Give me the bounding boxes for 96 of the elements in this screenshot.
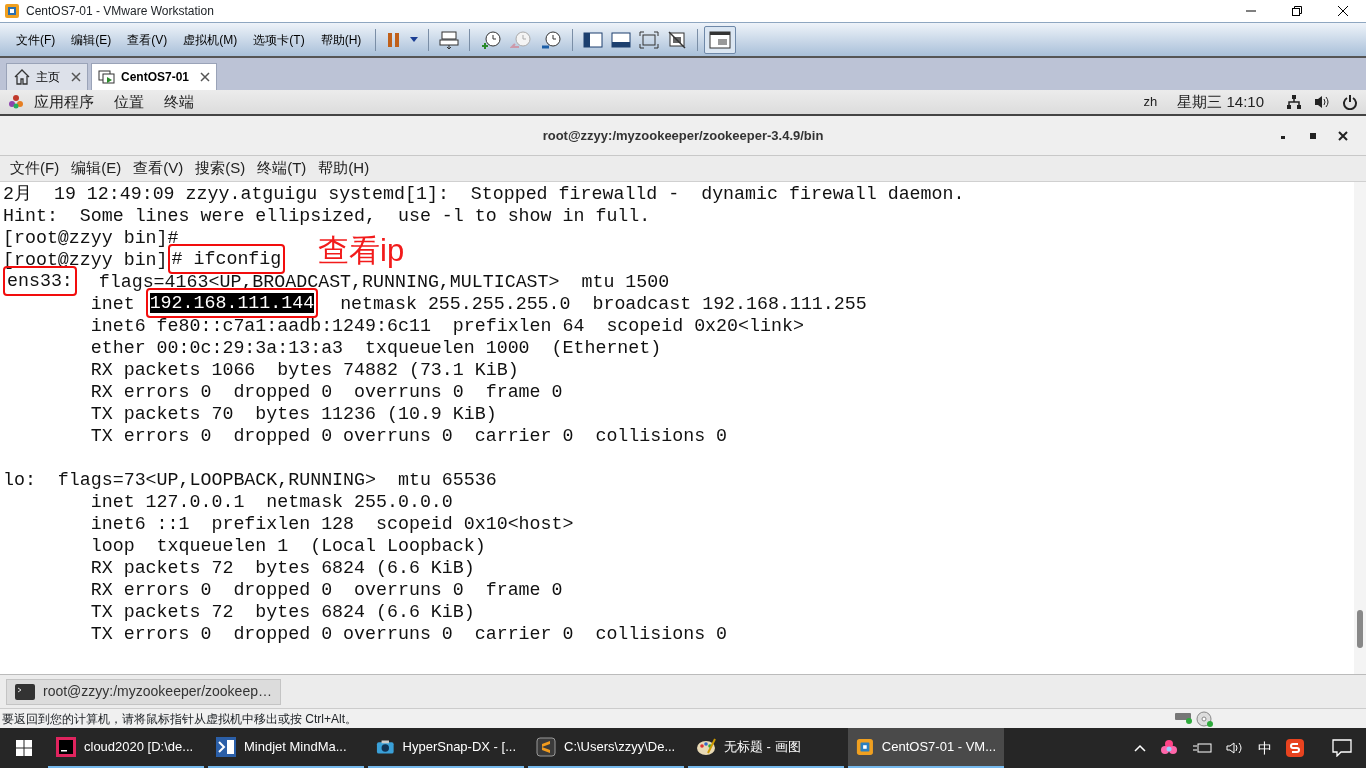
scrollbar-thumb[interactable] <box>1357 610 1363 648</box>
taskbar-button[interactable]: cloud2020 [D:\de... <box>48 728 204 768</box>
close-icon <box>200 72 211 82</box>
terminal-line: RX packets 1066 bytes 74882 (73.1 KiB) <box>89 359 519 381</box>
keyboard-send-icon <box>439 29 460 50</box>
terminal-icon <box>15 683 35 700</box>
terminal-line: inet6 ::1 prefixlen 128 scopeid 0x10<host> <box>89 513 574 535</box>
terminal-line: RX errors 0 dropped 0 overruns 0 frame 0 <box>89 579 563 601</box>
terminal-text: flags=4163<UP,BROADCAST,RUNNING,MULTICAST> mtu 1500 <box>97 272 670 292</box>
taskbar-button[interactable]: C:\Users\zzyy\De... <box>528 728 684 768</box>
top-bar-menu[interactable]: 位置 <box>104 90 154 114</box>
terminal-text: netmask 255.255.255.0 broadcast 192.168.111.255 <box>339 294 867 314</box>
terminal-text: # ifconfig <box>171 249 282 269</box>
menu-item[interactable]: 帮助(H) <box>312 28 370 51</box>
scrollbar[interactable] <box>1354 182 1366 674</box>
annotation-text: 查看ip <box>318 234 405 268</box>
terminal-line: TX packets 70 bytes 11236 (10.9 KiB) <box>89 403 497 425</box>
terminal-line: Hint: Some lines were ellipsized, use -l to show in full. <box>3 205 651 227</box>
activities-icon <box>8 94 24 110</box>
window-list-item[interactable]: root@zzyy:/myzookeeper/zookeep… <box>6 678 281 705</box>
caret-icon <box>410 37 419 42</box>
menu-item[interactable]: 终端(T) <box>251 157 313 180</box>
mind-map-icon <box>216 737 236 757</box>
top-bar-menu[interactable]: 应用程序 <box>24 90 104 114</box>
window-title: CentOS7-01 - VMware Workstation <box>26 3 214 20</box>
thumbnail-view-button[interactable] <box>704 25 737 54</box>
console-view-icon <box>611 29 632 50</box>
terminal-line: TX packets 72 bytes 6824 (6.6 KiB) <box>89 601 475 623</box>
menu-item[interactable]: 编辑(E) <box>63 28 120 51</box>
menu-item[interactable]: 编辑(E) <box>65 157 128 180</box>
notification-icon <box>1332 739 1352 757</box>
sogou-icon <box>1286 739 1304 757</box>
taskbar-button[interactable]: HyperSnap-DX - [... <box>368 728 524 768</box>
menu-item[interactable]: 文件(F) <box>4 157 66 180</box>
menu-item[interactable]: 查看(V) <box>127 157 190 180</box>
top-bar-menu[interactable]: 终端 <box>154 90 204 114</box>
close-icon <box>71 72 81 82</box>
windows-icon <box>16 740 32 756</box>
app-logo-icon <box>4 3 20 19</box>
terminal-line: inet 127.0.0.1 netmask 255.0.0.0 <box>89 491 453 513</box>
taskbar-button[interactable]: 无标题 - 画图 <box>688 728 844 768</box>
flower-icon <box>1160 739 1178 757</box>
power-icon <box>1342 94 1358 110</box>
terminal-line: 2月 19 12:49:09 zzyy.atguigu systemd[1]: Stopped firewalld - dynamic firewall daemon. <box>3 183 965 205</box>
terminal-line: [root@zzyy bin]# <box>3 227 179 249</box>
thumbnail-view-icon <box>709 29 732 50</box>
terminal-line: inet6 fe80::c7a1:aadb:1249:6c11 prefixlen 64 scopeid 0x20<link> <box>89 315 804 337</box>
home-icon <box>13 68 31 86</box>
ime-indicator[interactable]: 中 <box>1258 737 1272 759</box>
terminal-title: root@zzyy:/myzookeeper/zookeeper-3.4.9/bin <box>542 126 824 145</box>
menu-item[interactable]: 虚拟机(M) <box>175 28 246 51</box>
disc-icon <box>1196 710 1214 727</box>
clock[interactable]: 星期三 14:10 <box>1177 90 1264 114</box>
hard-disk-icon <box>1175 713 1192 724</box>
vmware-icon <box>856 737 874 757</box>
chevron-up-icon <box>1134 742 1146 754</box>
vm-tab[interactable]: CentOS7-01 <box>91 63 218 90</box>
volume-icon <box>1226 741 1244 755</box>
menu-item[interactable]: 搜索(S) <box>189 157 252 180</box>
menu-item[interactable]: 选项卡(T) <box>245 28 313 51</box>
vm-tab[interactable]: 主页 <box>6 63 88 90</box>
snapshot-icon <box>480 29 503 50</box>
terminal-text: ens33: <box>7 271 73 291</box>
terminal-line: TX errors 0 dropped 0 overruns 0 carrier 0 collisions 0 <box>89 623 728 645</box>
menu-item[interactable]: 帮助(H) <box>312 157 376 180</box>
virtual-machine-icon <box>98 68 116 86</box>
text-editor-icon <box>536 737 556 757</box>
taskbar-button[interactable]: Mindjet MindMa... <box>208 728 364 768</box>
palette-icon <box>696 737 716 757</box>
input-method-indicator[interactable]: zh <box>1143 92 1158 112</box>
status-message: 要返回到您的计算机，请将鼠标指针从虚拟机中移出或按 Ctrl+Alt。 <box>2 710 357 728</box>
terminal-line: lo: flags=73<UP,LOOPBACK,RUNNING> mtu 65536 <box>3 469 497 491</box>
volume-icon <box>1314 94 1330 110</box>
close-icon <box>1338 131 1348 141</box>
taskbar-button[interactable]: CentOS7-01 - VM... <box>848 728 1004 768</box>
fullscreen-icon <box>639 29 660 50</box>
selected-text: 192.168.111.144 <box>149 293 315 313</box>
terminal-line: RX packets 72 bytes 6824 (6.6 KiB) <box>89 557 475 579</box>
restore-icon <box>1291 5 1303 17</box>
snapshot-manager-icon <box>540 29 563 50</box>
terminal-text: [root@zzyy bin] <box>3 250 168 270</box>
menu-item[interactable]: 文件(F) <box>8 28 64 51</box>
terminal-line: RX errors 0 dropped 0 overruns 0 frame 0 <box>89 381 563 403</box>
terminal-line: loop txqueuelen 1 (Local Loopback) <box>89 535 486 557</box>
close-icon <box>1337 5 1349 17</box>
revert-icon <box>510 29 533 50</box>
unity-off-icon <box>667 29 688 50</box>
sidebar-view-icon <box>583 29 604 50</box>
terminal-line: TX errors 0 dropped 0 overruns 0 carrier 0 collisions 0 <box>89 425 728 447</box>
terminal-text: inet <box>89 294 136 314</box>
battery-plug-icon <box>1192 741 1212 755</box>
network-icon <box>1286 94 1302 110</box>
menu-item[interactable]: 查看(V) <box>119 28 176 51</box>
ide-icon <box>56 737 76 757</box>
terminal-line: ether 00:0c:29:3a:13:a3 txqueuelen 1000 (Ethernet) <box>89 337 662 359</box>
maximize-icon <box>1308 131 1318 141</box>
